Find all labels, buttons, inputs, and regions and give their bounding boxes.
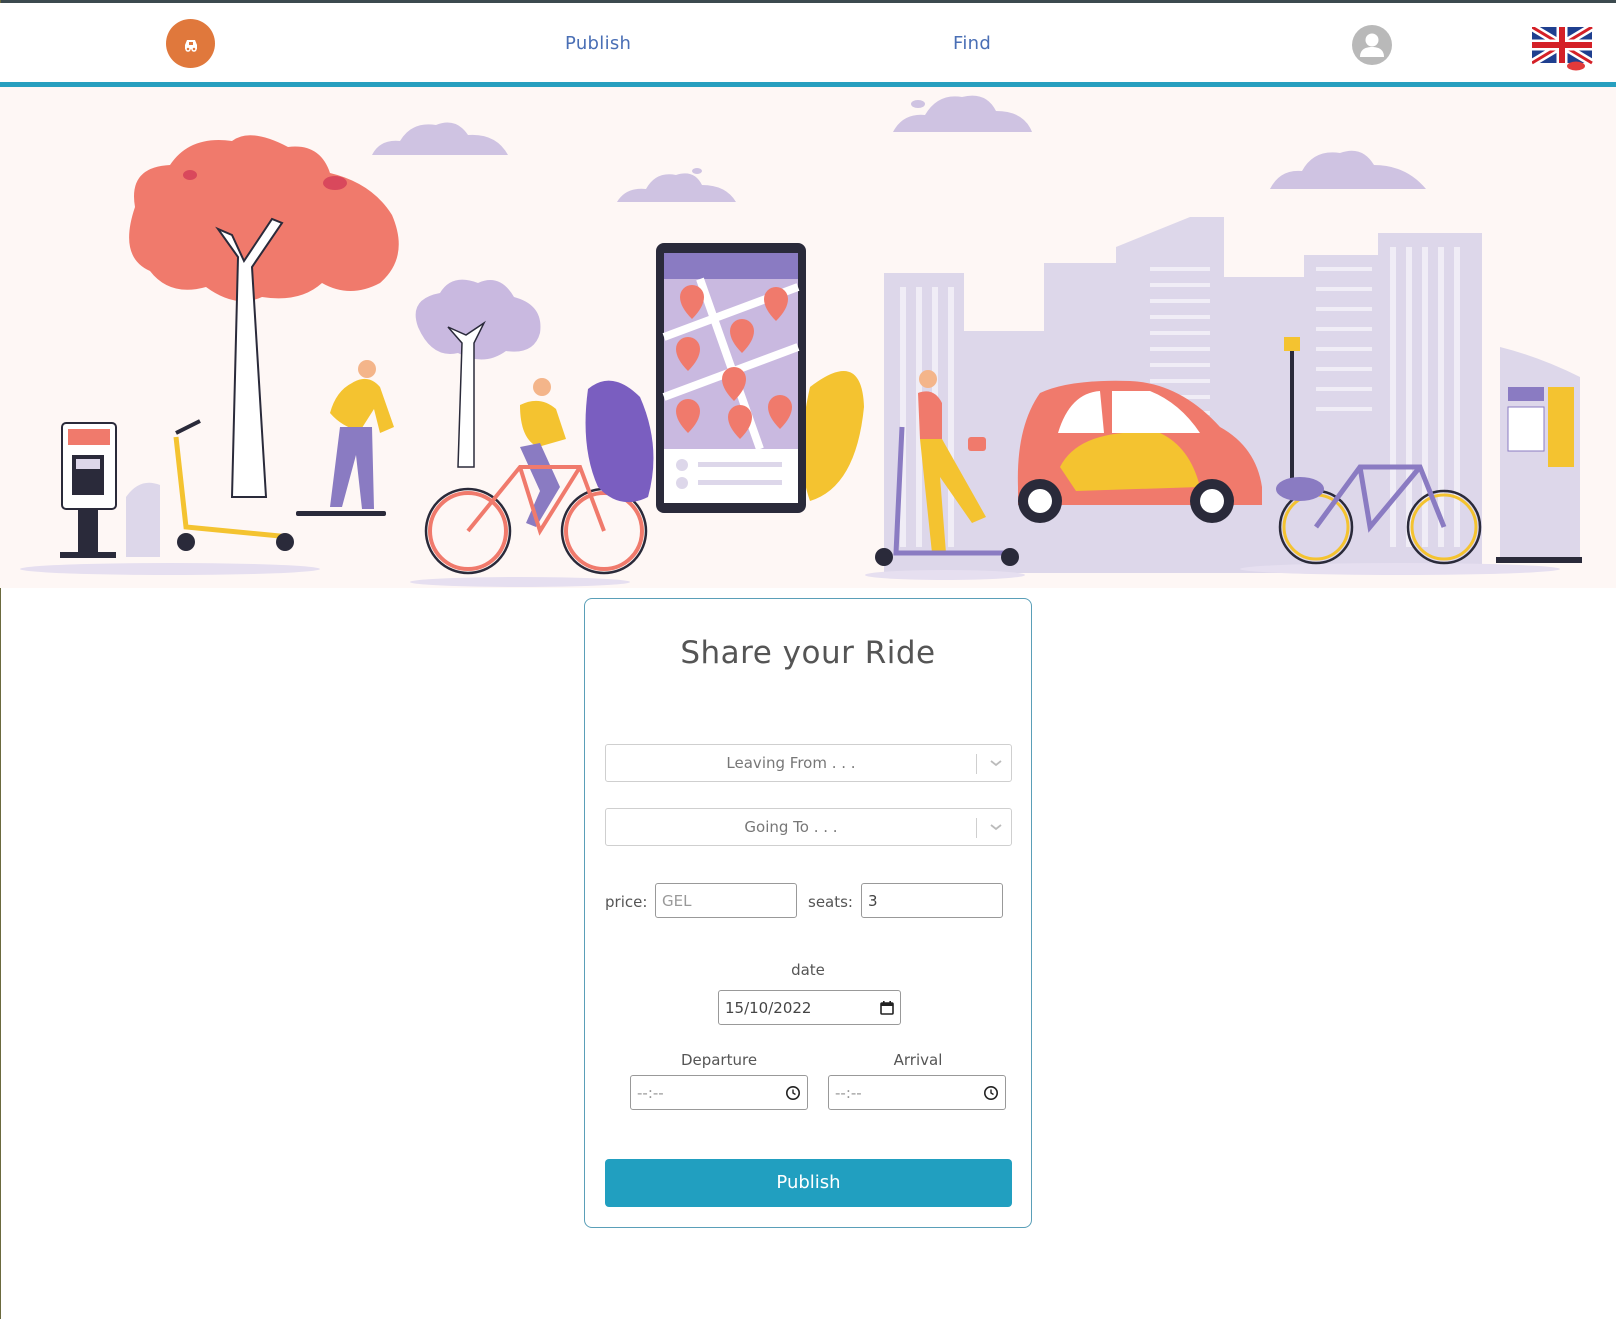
arrival-label: Arrival bbox=[893, 1051, 943, 1069]
departure-time-input[interactable]: --:-- bbox=[630, 1075, 808, 1110]
clock-icon[interactable] bbox=[983, 1085, 999, 1101]
city-mobility-illustration bbox=[0, 87, 1616, 588]
seats-label: seats: bbox=[808, 893, 853, 911]
departure-time-value: --:-- bbox=[637, 1084, 664, 1102]
user-avatar-icon[interactable] bbox=[1352, 25, 1392, 65]
share-ride-form: Share your Ride Leaving From . . . Going… bbox=[584, 598, 1032, 1228]
arrival-time-input[interactable]: --:-- bbox=[828, 1075, 1006, 1110]
publish-button[interactable]: Publish bbox=[605, 1159, 1012, 1207]
nav-find-link[interactable]: Find bbox=[953, 33, 991, 54]
date-input[interactable]: 15/10/2022 bbox=[718, 990, 901, 1025]
form-title: Share your Ride bbox=[680, 635, 936, 671]
nav-publish-link[interactable]: Publish bbox=[565, 33, 631, 54]
date-value: 15/10/2022 bbox=[725, 999, 812, 1017]
leaving-from-placeholder: Leaving From . . . bbox=[726, 754, 856, 772]
chevron-down-icon[interactable] bbox=[984, 815, 1008, 839]
chevron-down-icon[interactable] bbox=[984, 751, 1008, 775]
date-label: date bbox=[791, 961, 825, 979]
departure-label: Departure bbox=[680, 1051, 758, 1069]
leaving-from-select[interactable]: Leaving From . . . bbox=[605, 744, 1012, 782]
clock-icon[interactable] bbox=[785, 1085, 801, 1101]
going-to-select[interactable]: Going To . . . bbox=[605, 808, 1012, 846]
uk-flag-icon[interactable] bbox=[1529, 23, 1595, 71]
price-input[interactable]: GEL bbox=[655, 883, 797, 918]
seats-input[interactable]: 3 bbox=[861, 883, 1003, 918]
navbar: Publish Find bbox=[0, 3, 1616, 84]
going-to-placeholder: Going To . . . bbox=[744, 818, 838, 836]
select-separator bbox=[976, 754, 977, 774]
arrival-time-value: --:-- bbox=[835, 1084, 862, 1102]
car-logo-icon[interactable] bbox=[166, 19, 215, 68]
calendar-icon[interactable] bbox=[879, 1000, 895, 1016]
price-label: price: bbox=[605, 893, 648, 911]
select-separator bbox=[976, 818, 977, 838]
